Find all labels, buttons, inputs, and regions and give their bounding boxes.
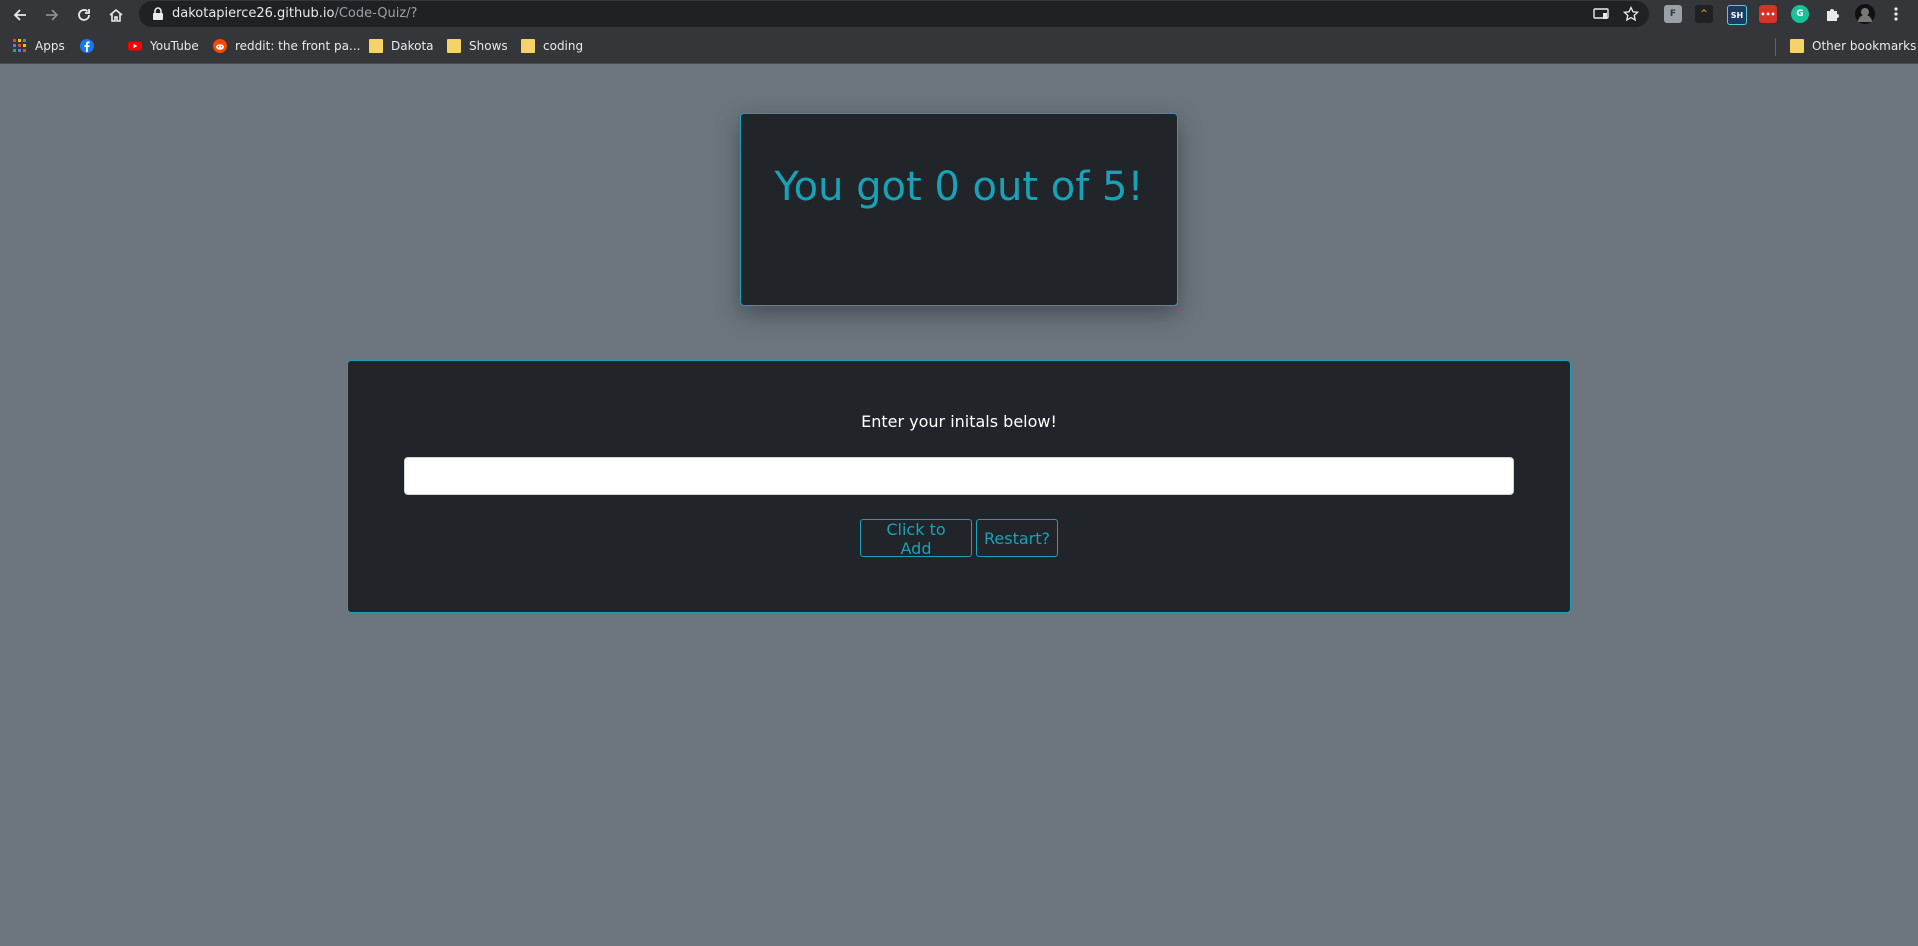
folder-icon bbox=[369, 39, 383, 53]
url-path: /Code-Quiz/? bbox=[334, 6, 418, 21]
apps-grid-icon bbox=[13, 39, 26, 52]
star-bookmark-icon[interactable] bbox=[1622, 5, 1640, 22]
profile-avatar-icon[interactable] bbox=[1855, 4, 1875, 24]
lock-icon bbox=[151, 6, 167, 22]
score-card: You got 0 out of 5! bbox=[740, 113, 1178, 306]
score-result-heading: You got 0 out of 5! bbox=[774, 164, 1144, 210]
extension-sh-icon[interactable]: SH bbox=[1727, 5, 1747, 25]
extension-chevron-icon[interactable]: ^ bbox=[1695, 5, 1713, 23]
add-score-button[interactable]: Click to Add bbox=[860, 519, 972, 558]
folder-icon bbox=[521, 39, 535, 53]
bookmark-apps[interactable]: Apps bbox=[13, 37, 65, 55]
initials-input[interactable] bbox=[404, 457, 1514, 495]
extension-f-label: F bbox=[1669, 9, 1677, 19]
reddit-icon bbox=[213, 39, 227, 53]
initials-prompt: Enter your initals below! bbox=[861, 412, 1057, 431]
restart-button[interactable]: Restart? bbox=[976, 519, 1058, 557]
bookmark-folder-shows[interactable]: Shows bbox=[447, 37, 508, 55]
bookmark-coding-label: coding bbox=[543, 39, 584, 53]
bookmarks-bar: Apps YouTube reddit: the front pa... Dak… bbox=[0, 29, 1918, 64]
bookmark-apps-label: Apps bbox=[35, 39, 65, 53]
bookmark-facebook[interactable] bbox=[80, 37, 102, 55]
extensions-puzzle-icon[interactable] bbox=[1823, 5, 1841, 23]
bookmark-youtube-label: YouTube bbox=[150, 39, 199, 53]
chrome-menu-icon[interactable] bbox=[1887, 5, 1905, 23]
folder-icon bbox=[1790, 39, 1804, 53]
home-icon[interactable] bbox=[105, 4, 127, 26]
url-text: dakotapierce26.github.io/Code-Quiz/? bbox=[172, 6, 417, 21]
bookmark-shows-label: Shows bbox=[469, 39, 508, 53]
bookmarks-divider bbox=[1775, 38, 1776, 56]
forward-icon[interactable] bbox=[41, 4, 63, 26]
browser-toolbar: dakotapierce26.github.io/Code-Quiz/? F ^… bbox=[0, 0, 1918, 29]
grammarly-icon[interactable]: G bbox=[1791, 5, 1809, 23]
bookmark-reddit-label: reddit: the front pa... bbox=[235, 39, 361, 53]
grammarly-label: G bbox=[1796, 9, 1804, 19]
address-bar[interactable]: dakotapierce26.github.io/Code-Quiz/? bbox=[139, 1, 1649, 27]
url-host: dakotapierce26.github.io bbox=[172, 6, 335, 21]
bookmark-other-bookmarks[interactable]: Other bookmarks bbox=[1790, 37, 1916, 55]
back-icon[interactable] bbox=[9, 4, 31, 26]
cast-icon[interactable] bbox=[1593, 6, 1609, 22]
folder-icon bbox=[447, 39, 461, 53]
extension-dots-label: ••• bbox=[1760, 9, 1776, 19]
bookmark-reddit[interactable]: reddit: the front pa... bbox=[213, 37, 360, 55]
facebook-icon bbox=[80, 39, 94, 53]
initials-form-card: Enter your initals below! Click to Add R… bbox=[347, 360, 1571, 613]
extension-dots-icon[interactable]: ••• bbox=[1759, 5, 1777, 23]
youtube-icon bbox=[128, 41, 142, 51]
reload-icon[interactable] bbox=[73, 4, 95, 26]
extension-chevron-label: ^ bbox=[1700, 9, 1708, 19]
extension-f-icon[interactable]: F bbox=[1664, 5, 1682, 23]
other-bookmarks-label: Other bookmarks bbox=[1812, 39, 1917, 53]
bookmark-youtube[interactable]: YouTube bbox=[128, 37, 199, 55]
bookmark-folder-coding[interactable]: coding bbox=[521, 37, 583, 55]
bookmark-folder-dakota[interactable]: Dakota bbox=[369, 37, 434, 55]
bookmark-dakota-label: Dakota bbox=[391, 39, 434, 53]
extension-sh-label: SH bbox=[1730, 10, 1744, 20]
